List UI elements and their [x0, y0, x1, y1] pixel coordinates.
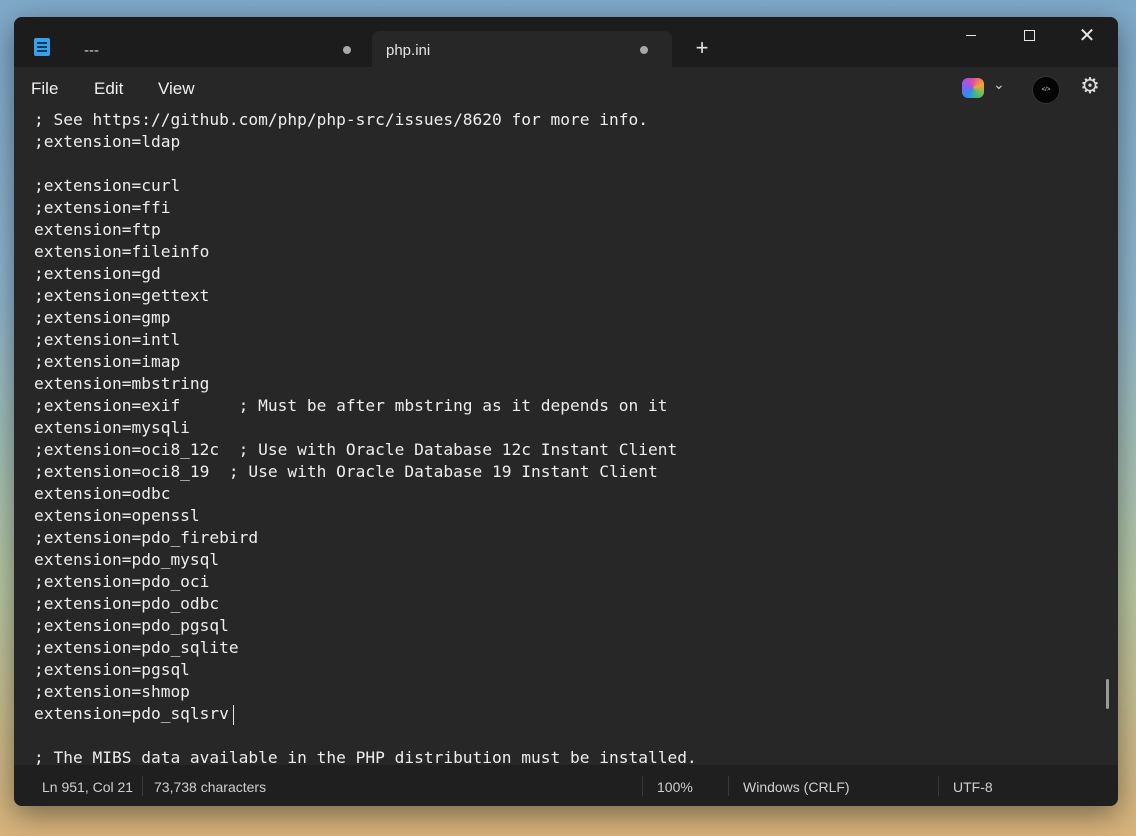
tab-label: php.ini: [386, 41, 431, 59]
editor-line[interactable]: ;extension=curl: [34, 175, 697, 197]
editor-line[interactable]: extension=mysqli: [34, 417, 697, 439]
tab-php-ini[interactable]: php.ini: [372, 31, 672, 69]
editor-line[interactable]: ;extension=gmp: [34, 307, 697, 329]
tab-label: ---: [84, 41, 99, 59]
title-bar: --- php.ini + ✕: [14, 17, 1118, 69]
notepad-app-icon: [34, 38, 50, 56]
text-caret: [233, 705, 234, 725]
minimize-button[interactable]: [951, 25, 991, 49]
editor-line[interactable]: ;extension=gettext: [34, 285, 697, 307]
notepad-window: --- php.ini + ✕ File Edit View ⌄ </> ⚙ ;…: [14, 17, 1118, 806]
editor-text[interactable]: ; See https://github.com/php/php-src/iss…: [34, 109, 697, 765]
editor-line[interactable]: [34, 153, 697, 175]
editor-line[interactable]: ;extension=pdo_sqlite: [34, 637, 697, 659]
editor-line[interactable]: ; See https://github.com/php/php-src/iss…: [34, 109, 697, 131]
editor-line[interactable]: [34, 725, 697, 747]
editor-line[interactable]: extension=openssl: [34, 505, 697, 527]
editor-line[interactable]: ;extension=imap: [34, 351, 697, 373]
status-divider: [642, 776, 643, 796]
editor-line[interactable]: extension=odbc: [34, 483, 697, 505]
editor-line[interactable]: extension=ftp: [34, 219, 697, 241]
menu-edit[interactable]: Edit: [94, 79, 123, 99]
editor-line[interactable]: ;extension=shmop: [34, 681, 697, 703]
editor-line[interactable]: ;extension=pdo_firebird: [34, 527, 697, 549]
editor-line[interactable]: ;extension=ffi: [34, 197, 697, 219]
status-divider: [728, 776, 729, 796]
character-count: 73,738 characters: [154, 779, 267, 795]
encoding[interactable]: UTF-8: [953, 779, 993, 795]
status-divider: [142, 776, 143, 796]
vertical-scrollbar[interactable]: [1106, 679, 1109, 709]
editor-line[interactable]: ;extension=pdo_oci: [34, 571, 697, 593]
unsaved-dot-icon[interactable]: [640, 46, 648, 54]
new-tab-button[interactable]: +: [690, 36, 714, 60]
editor-line[interactable]: extension=pdo_mysql: [34, 549, 697, 571]
menu-view[interactable]: View: [158, 79, 195, 99]
editor-line[interactable]: ;extension=pdo_pgsql: [34, 615, 697, 637]
cursor-position[interactable]: Ln 951, Col 21: [42, 779, 133, 795]
zoom-level[interactable]: 100%: [657, 779, 693, 795]
close-button[interactable]: ✕: [1067, 25, 1107, 49]
copilot-icon[interactable]: [962, 78, 984, 98]
line-endings[interactable]: Windows (CRLF): [743, 779, 850, 795]
status-bar: Ln 951, Col 21 73,738 characters 100% Wi…: [14, 765, 1118, 806]
gear-icon[interactable]: ⚙: [1078, 74, 1102, 98]
editor-line[interactable]: ;extension=pgsql: [34, 659, 697, 681]
editor-line[interactable]: ;extension=pdo_odbc: [34, 593, 697, 615]
editor-line[interactable]: ; The MIBS data available in the PHP dis…: [34, 747, 697, 765]
editor-line[interactable]: ;extension=oci8_12c ; Use with Oracle Da…: [34, 439, 697, 461]
editor-line[interactable]: extension=fileinfo: [34, 241, 697, 263]
menu-bar: File Edit View ⌄ </> ⚙: [14, 67, 1118, 109]
text-editor[interactable]: ; See https://github.com/php/php-src/iss…: [14, 109, 1118, 765]
editor-line[interactable]: ;extension=intl: [34, 329, 697, 351]
chevron-down-icon[interactable]: ⌄: [993, 76, 1005, 93]
maximize-button[interactable]: [1009, 25, 1049, 49]
editor-line[interactable]: ;extension=ldap: [34, 131, 697, 153]
editor-line[interactable]: ;extension=gd: [34, 263, 697, 285]
menu-file[interactable]: File: [31, 79, 58, 99]
editor-line[interactable]: extension=mbstring: [34, 373, 697, 395]
avatar[interactable]: </>: [1032, 76, 1060, 104]
tab-untitled[interactable]: ---: [70, 31, 360, 69]
status-divider: [938, 776, 939, 796]
editor-line[interactable]: ;extension=exif ; Must be after mbstring…: [34, 395, 697, 417]
editor-line[interactable]: extension=pdo_sqlsrv: [34, 703, 697, 725]
editor-line[interactable]: ;extension=oci8_19 ; Use with Oracle Dat…: [34, 461, 697, 483]
unsaved-dot-icon[interactable]: [343, 46, 351, 54]
